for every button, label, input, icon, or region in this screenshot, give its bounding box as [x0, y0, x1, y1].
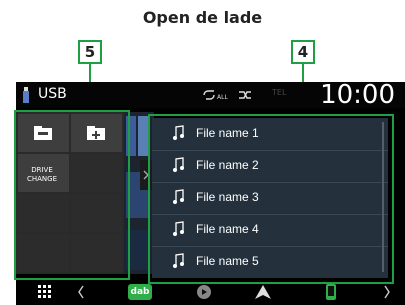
usb-icon: [23, 87, 29, 103]
dab-shortcut[interactable]: dab: [128, 284, 152, 300]
chevron-left-icon[interactable]: [76, 284, 86, 300]
play-circle-icon[interactable]: [196, 284, 212, 300]
home-grid-icon[interactable]: [38, 285, 52, 299]
drawer-highlight: [14, 110, 130, 280]
svg-text:ALL: ALL: [217, 94, 228, 101]
navigation-icon[interactable]: [254, 284, 272, 300]
list-highlight: [148, 114, 394, 284]
status-bar: USB ALL TEL 10:00: [16, 82, 405, 110]
chevron-right-icon[interactable]: [382, 284, 392, 300]
shuffle-icon[interactable]: [238, 89, 252, 101]
source-label: USB: [38, 86, 67, 102]
tel-indicator: TEL: [272, 88, 287, 97]
callout-5: 5: [78, 40, 102, 64]
clock: 10:00: [320, 82, 395, 110]
phone-icon[interactable]: [326, 284, 336, 300]
callout-4: 4: [291, 40, 315, 64]
caption: Open de lade: [142, 8, 263, 27]
repeat-all-icon[interactable]: ALL: [202, 89, 228, 101]
